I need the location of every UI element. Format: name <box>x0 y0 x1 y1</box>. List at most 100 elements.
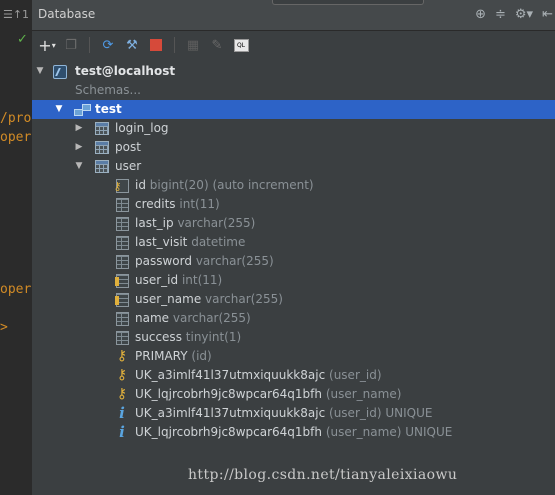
expand-arrow-icon[interactable]: ▼ <box>53 100 65 119</box>
column-icon <box>114 235 130 250</box>
column-name: id <box>135 178 146 192</box>
add-icon[interactable]: + ▾ <box>38 36 56 55</box>
tree-node-key[interactable]: ⚷ UK_lqjrcobrh9jc8wpcar64q1bfh (user_nam… <box>32 385 555 404</box>
column-name: credits <box>135 197 176 211</box>
column-name: name <box>135 311 170 325</box>
table-icon[interactable]: ▦ <box>184 36 202 54</box>
tree-node-key[interactable]: ⚷ UK_a3imlf41l37utmxiquukk8ajc (user_id) <box>32 366 555 385</box>
code-line: > <box>0 320 8 335</box>
primary-key-column-icon <box>114 177 130 196</box>
table-label: post <box>115 140 141 154</box>
column-name: user_name <box>135 292 202 306</box>
index-name: UK_a3imlf41l37utmxiquukk8ajc <box>135 406 326 420</box>
panel-title: Database <box>38 7 96 21</box>
key-detail: (user_id) <box>329 368 382 382</box>
edit-icon[interactable]: ✎ <box>208 36 226 54</box>
gutter-menu[interactable]: ☰↑1 <box>0 8 32 21</box>
column-icon <box>114 197 130 212</box>
column-name: password <box>135 254 192 268</box>
column-icon <box>114 330 130 345</box>
column-type: datetime <box>191 235 246 249</box>
code-line: oper <box>0 282 32 297</box>
key-icon: ⚷ <box>116 367 128 383</box>
schemas-label: Schemas... <box>75 83 141 97</box>
key-name: UK_lqjrcobrh9jc8wpcar64q1bfh <box>135 387 322 401</box>
column-type: varchar(255) <box>195 254 274 268</box>
tree-node-column[interactable]: success tinyint(1) <box>32 328 555 347</box>
sync-icon[interactable]: ⚒ <box>123 36 141 54</box>
check-icon: ✓ <box>17 32 28 47</box>
console-icon[interactable]: QL <box>232 36 250 54</box>
tree-node-table[interactable]: ▶ post <box>32 138 555 157</box>
datasource-label: test@localhost <box>75 64 176 78</box>
copy-icon[interactable]: ❐ <box>62 36 80 54</box>
panel-titlebar: Database ⊕ ≑ ⚙▾ ⇤ <box>32 0 555 31</box>
expand-arrow-icon[interactable]: ▼ <box>73 157 85 176</box>
tree-node-column[interactable]: user_name varchar(255) <box>32 290 555 309</box>
toolbar-separator <box>89 37 90 53</box>
column-name: success <box>135 330 182 344</box>
column-type: tinyint(1) <box>185 330 242 344</box>
tree-node-column[interactable]: credits int(11) <box>32 195 555 214</box>
target-icon[interactable]: ⊕ <box>475 7 486 22</box>
editor-tab-edge <box>272 0 424 5</box>
column-icon <box>114 216 130 231</box>
collapsed-arrow-icon[interactable]: ▶ <box>73 119 85 138</box>
collapsed-arrow-icon[interactable]: ▶ <box>73 138 85 157</box>
refresh-icon[interactable]: ⟳ <box>99 36 117 54</box>
tree-node-schema[interactable]: ▼ test <box>32 100 555 119</box>
key-icon: ⚷ <box>116 386 128 402</box>
code-line: oper <box>0 130 32 145</box>
editor-gutter: ☰↑1 ✓ /pro oper oper > <box>0 0 33 495</box>
hide-icon[interactable]: ⇤ <box>542 7 553 22</box>
stop-icon[interactable] <box>147 36 165 54</box>
table-label: login_log <box>115 121 169 135</box>
tree-node-column[interactable]: last_ip varchar(255) <box>32 214 555 233</box>
column-icon <box>114 311 130 326</box>
table-icon <box>94 121 110 136</box>
key-detail: (user_name) <box>325 387 402 401</box>
tree-node-table[interactable]: ▶ login_log <box>32 119 555 138</box>
column-type: varchar(255) <box>177 216 256 230</box>
key-icon: ⚷ <box>116 348 128 364</box>
code-line: /pro <box>0 111 32 126</box>
tree-node-column[interactable]: password varchar(255) <box>32 252 555 271</box>
tree-node-datasource[interactable]: ▼ test@localhost <box>32 62 555 81</box>
watermark-url: http://blog.csdn.net/tianyaleixiaowu <box>188 467 458 483</box>
key-detail: (id) <box>191 349 212 363</box>
tree-node-column[interactable]: name varchar(255) <box>32 309 555 328</box>
tree-node-column[interactable]: user_id int(11) <box>32 271 555 290</box>
column-name: last_ip <box>135 216 174 230</box>
key-name: PRIMARY <box>135 349 188 363</box>
tree-node-schemas[interactable]: Schemas... <box>32 81 555 100</box>
table-icon <box>94 140 110 155</box>
collapse-icon[interactable]: ≑ <box>495 7 506 22</box>
tree-node-table[interactable]: ▼ user <box>32 157 555 176</box>
key-name: UK_a3imlf41l37utmxiquukk8ajc <box>135 368 326 382</box>
column-name: user_id <box>135 273 179 287</box>
tree-node-key[interactable]: ⚷ PRIMARY (id) <box>32 347 555 366</box>
database-panel: Database ⊕ ≑ ⚙▾ ⇤ + ▾ ❐ ⟳ ⚒ ▦ ✎ QL ▼ test… <box>32 0 555 495</box>
tree-node-column[interactable]: last_visit datetime <box>32 233 555 252</box>
panel-toolbar: + ▾ ❐ ⟳ ⚒ ▦ ✎ QL <box>32 31 555 59</box>
tree-node-index[interactable]: i UK_a3imlf41l37utmxiquukk8ajc (user_id)… <box>32 404 555 423</box>
column-icon <box>114 254 130 269</box>
column-type: varchar(255) <box>205 292 283 306</box>
schema-icon <box>74 102 91 117</box>
index-detail: (user_id) UNIQUE <box>329 406 433 420</box>
tree-node-index[interactable]: i UK_lqjrcobrh9jc8wpcar64q1bfh (user_nam… <box>32 423 555 442</box>
datasource-icon <box>52 64 68 79</box>
column-type: varchar(255) <box>172 311 251 325</box>
table-label: user <box>115 159 142 173</box>
column-type: bigint(20) (auto increment) <box>149 178 314 192</box>
foreign-key-column-icon <box>114 292 130 307</box>
toolbar-separator <box>174 37 175 53</box>
tree-node-column[interactable]: id bigint(20) (auto increment) <box>32 176 555 196</box>
index-name: UK_lqjrcobrh9jc8wpcar64q1bfh <box>135 425 322 439</box>
expand-arrow-icon[interactable]: ▼ <box>34 62 46 81</box>
gear-icon[interactable]: ⚙▾ <box>515 7 533 22</box>
column-type: int(11) <box>181 273 223 287</box>
foreign-key-column-icon <box>114 273 130 288</box>
table-icon <box>94 159 110 174</box>
column-name: last_visit <box>135 235 188 249</box>
